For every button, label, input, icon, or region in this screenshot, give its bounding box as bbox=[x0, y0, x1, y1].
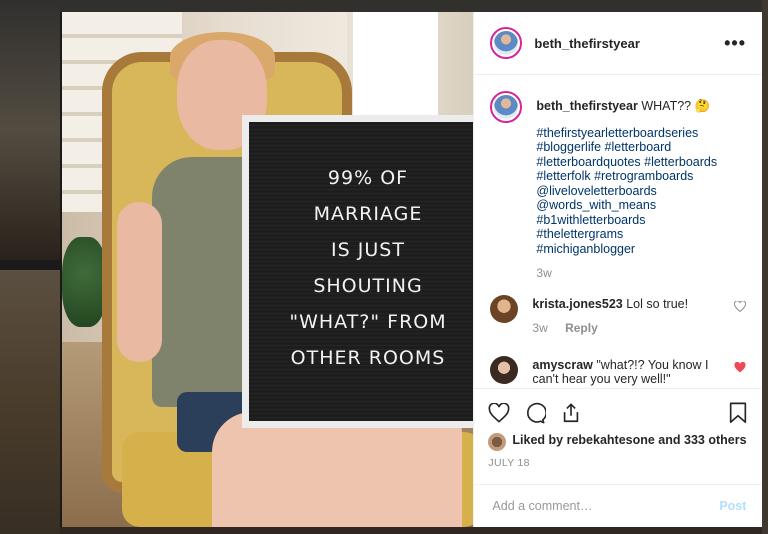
hashtag-line[interactable]: #thelettergrams bbox=[536, 227, 717, 242]
board-line: IS JUST bbox=[331, 239, 405, 261]
commenter-avatar[interactable] bbox=[490, 294, 519, 323]
comment-username[interactable]: amyscraw bbox=[532, 358, 592, 372]
hashtag-line[interactable]: #letterboardquotes #letterboards bbox=[536, 155, 717, 170]
board-line: 99% OF bbox=[327, 167, 409, 189]
add-comment-bar: Post bbox=[474, 484, 763, 527]
likes-summary: Liked by rebekahtesone and 333 others bbox=[488, 433, 748, 451]
comment-item: krista.jones523 Lol so true! 3w Reply bbox=[490, 294, 747, 336]
post-comment-button[interactable]: Post bbox=[719, 499, 746, 513]
comments-list[interactable]: beth_thefirstyear WHAT?? 🤔 #thefirstyear… bbox=[474, 75, 762, 388]
post-actions: Liked by rebekahtesone and 333 others JU… bbox=[474, 388, 763, 469]
comment-time[interactable]: 3w bbox=[532, 321, 547, 335]
comment-body: krista.jones523 Lol so true! 3w Reply bbox=[532, 295, 722, 336]
post-photo[interactable]: 99% OF MARRIAGE IS JUST SHOUTING "WHAT?"… bbox=[62, 12, 474, 527]
likes-text[interactable]: Liked by rebekahtesone and 333 others bbox=[512, 433, 746, 448]
board-line: "WHAT?" FROM bbox=[289, 311, 447, 333]
hashtag-line[interactable]: #bloggerlife #letterboard bbox=[536, 140, 717, 155]
post-date[interactable]: JULY 18 bbox=[488, 457, 748, 469]
comment-text: Lol so true! bbox=[626, 296, 689, 311]
like-heart-icon[interactable] bbox=[488, 403, 510, 423]
comment-body: amyscraw "what?!? You know I can't hear … bbox=[532, 356, 722, 387]
hashtag-line[interactable]: @words_with_means bbox=[536, 198, 717, 213]
share-icon[interactable] bbox=[560, 402, 582, 424]
board-line: OTHER ROOMS bbox=[290, 347, 446, 369]
post-side-panel: beth_thefirstyear ••• beth_thefirstyear … bbox=[473, 12, 763, 527]
board-line: MARRIAGE bbox=[313, 203, 423, 225]
hashtag-line[interactable]: #b1withletterboards bbox=[536, 213, 717, 228]
post-header: beth_thefirstyear ••• bbox=[474, 12, 762, 75]
action-icons bbox=[488, 399, 748, 427]
more-horizontal-icon[interactable]: ••• bbox=[724, 33, 746, 54]
comment-like-heart-icon[interactable] bbox=[734, 299, 747, 315]
caption-avatar[interactable] bbox=[490, 91, 523, 123]
caption-username[interactable]: beth_thefirstyear bbox=[536, 99, 637, 113]
caption-time[interactable]: 3w bbox=[536, 266, 717, 281]
letter-board-text: 99% OF MARRIAGE IS JUST SHOUTING "WHAT?"… bbox=[257, 160, 473, 376]
comment-item: amyscraw "what?!? You know I can't hear … bbox=[490, 355, 746, 387]
author-username[interactable]: beth_thefirstyear bbox=[534, 36, 639, 51]
comment-liked-heart-icon[interactable] bbox=[734, 361, 746, 376]
commenter-avatar[interactable] bbox=[490, 355, 519, 384]
photo-window bbox=[347, 12, 438, 132]
caption-hashtags: #thefirstyearletterboardseries #bloggerl… bbox=[536, 126, 717, 257]
comment-bubble-icon[interactable] bbox=[524, 402, 547, 424]
hashtag-line[interactable]: @liveloveletterboards bbox=[536, 184, 717, 199]
caption-body: beth_thefirstyear WHAT?? 🤔 #thefirstyear… bbox=[536, 91, 717, 281]
hashtag-line[interactable]: #thefirstyearletterboardseries bbox=[536, 126, 717, 141]
comment-username[interactable]: krista.jones523 bbox=[532, 297, 622, 311]
hashtag-line[interactable]: #letterfolk #retrogramboards bbox=[536, 169, 717, 184]
add-comment-input[interactable] bbox=[490, 498, 720, 514]
author-avatar[interactable] bbox=[490, 27, 523, 59]
comment-meta: 3w Reply bbox=[532, 321, 722, 336]
liker-avatar[interactable] bbox=[488, 433, 507, 451]
reply-button[interactable]: Reply bbox=[565, 321, 598, 335]
photo-person-arm bbox=[117, 202, 162, 362]
board-line: SHOUTING bbox=[313, 275, 423, 297]
caption-text: WHAT?? 🤔 bbox=[641, 99, 711, 113]
post-modal: 99% OF MARRIAGE IS JUST SHOUTING "WHAT?"… bbox=[62, 12, 763, 527]
bookmark-icon[interactable] bbox=[728, 402, 748, 424]
photo-person-legs bbox=[212, 412, 462, 527]
hashtag-line[interactable]: #michiganblogger bbox=[536, 242, 717, 257]
photo-plant bbox=[62, 237, 107, 327]
caption: beth_thefirstyear WHAT?? 🤔 #thefirstyear… bbox=[490, 91, 746, 281]
